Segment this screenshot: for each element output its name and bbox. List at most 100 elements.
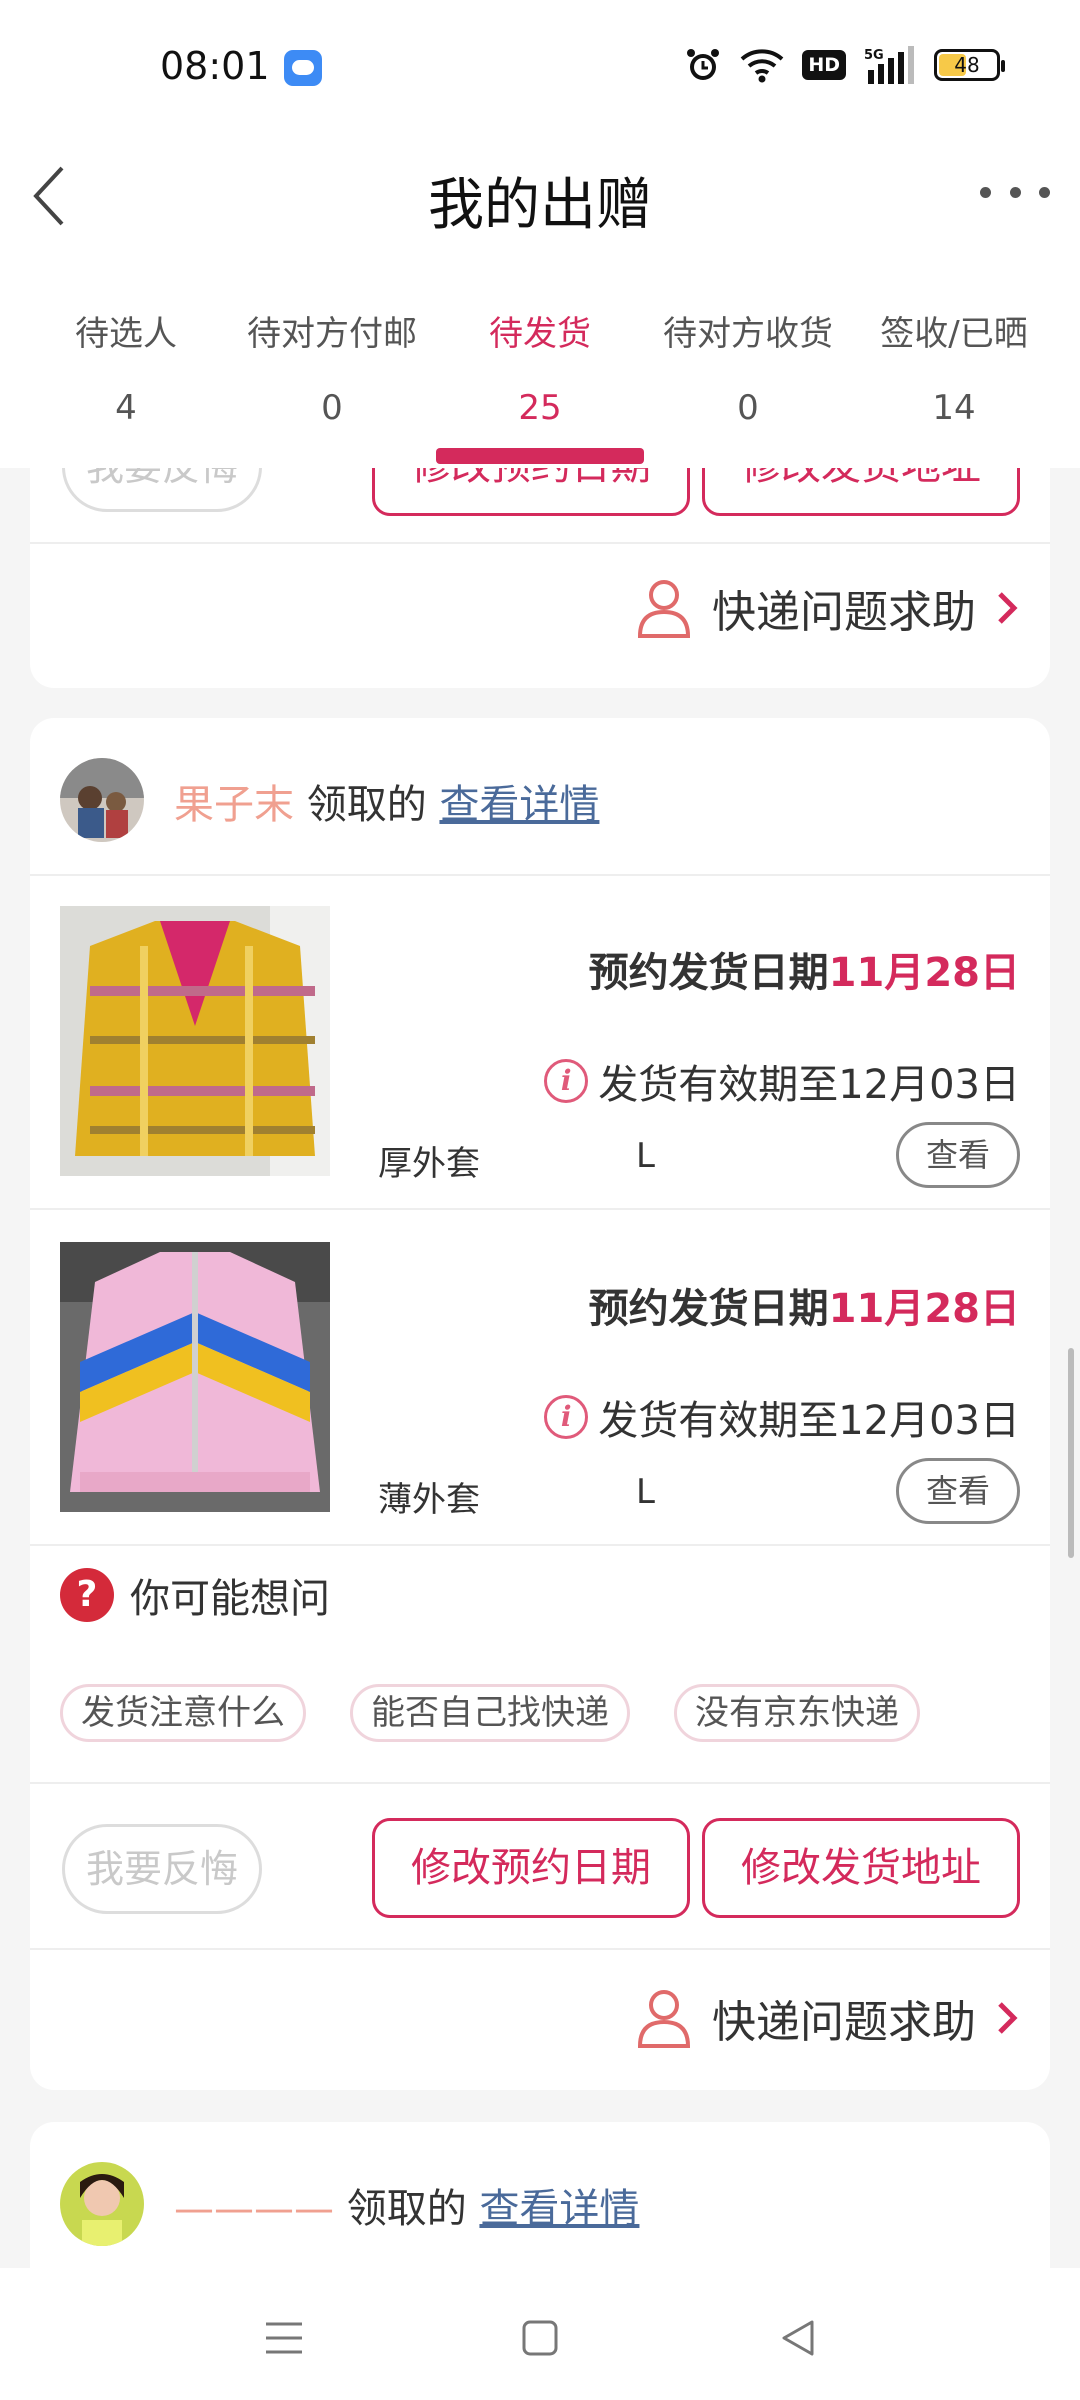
status-time: 08:01 xyxy=(160,44,270,88)
claimer-name: 果子末 xyxy=(174,782,294,828)
battery-level: 48 xyxy=(954,53,980,77)
person-icon xyxy=(637,1990,691,2048)
tab-signed-shared[interactable]: 签收/已晒 14 xyxy=(846,260,1062,468)
item-name: 厚外套 xyxy=(378,1144,480,1184)
tab-count: 0 xyxy=(737,388,759,428)
info-icon: i xyxy=(544,1395,589,1439)
date-value: 11月28日 xyxy=(828,950,1020,996)
item-size: L xyxy=(636,1136,655,1176)
faq-title: 你可能想问 xyxy=(130,1576,330,1622)
person-icon xyxy=(637,580,691,638)
status-tabs: 待选人 4 待对方付邮 0 待发货 25 待对方收货 0 签收/已晒 14 xyxy=(0,260,1080,468)
tab-label: 待发货 xyxy=(489,314,591,354)
tab-pending-receipt[interactable]: 待对方收货 0 xyxy=(640,260,856,468)
item-name: 薄外套 xyxy=(378,1480,480,1520)
divider xyxy=(30,874,1050,876)
modify-address-button[interactable]: 修改发货地址 xyxy=(702,1818,1020,1918)
menu-button[interactable] xyxy=(244,2298,324,2378)
tab-pending-postage[interactable]: 待对方付邮 0 xyxy=(224,260,440,468)
modify-date-button[interactable]: 修改预约日期 xyxy=(372,1818,690,1918)
divider xyxy=(30,1544,1050,1546)
alarm-icon xyxy=(687,49,720,80)
page-title: 我的出赠 xyxy=(428,173,652,238)
home-square-icon xyxy=(522,2320,558,2356)
tab-label: 待选人 xyxy=(75,314,177,354)
regret-button[interactable]: 我要反悔 xyxy=(62,1824,262,1914)
claim-info: ———— 领取的 查看详情 xyxy=(174,2176,639,2234)
faq-chip[interactable]: 发货注意什么 xyxy=(60,1684,306,1742)
scrollbar[interactable] xyxy=(1068,1348,1074,1558)
tab-pending-select[interactable]: 待选人 4 xyxy=(18,260,234,468)
divider xyxy=(30,1948,1050,1950)
modify-date-button[interactable]: 修改预约日期 xyxy=(372,468,690,516)
more-options-button[interactable] xyxy=(980,172,1050,212)
modify-address-button[interactable]: 修改发货地址 xyxy=(702,468,1020,516)
system-nav-bar xyxy=(0,2268,1080,2400)
question-icon: ? xyxy=(60,1568,114,1622)
ship-validity: i 发货有效期至12月03日 xyxy=(544,1052,1020,1110)
claim-info: 果子末 领取的 查看详情 xyxy=(174,772,599,830)
faq-chip[interactable]: 没有京东快递 xyxy=(674,1684,920,1742)
tab-pending-shipment[interactable]: 待发货 25 xyxy=(432,260,648,468)
menu-icon xyxy=(266,2322,302,2354)
help-text: 快递问题求助 xyxy=(712,1997,976,2048)
hd-badge: HD xyxy=(802,50,846,80)
info-icon: i xyxy=(544,1059,589,1103)
date-value: 11月28日 xyxy=(828,1286,1020,1332)
header: 我的出赠 xyxy=(0,130,1080,260)
date-label: 预约发货日期 xyxy=(588,950,829,996)
item-image-thin-coat[interactable] xyxy=(60,1242,330,1512)
claimer-avatar[interactable] xyxy=(60,758,144,842)
claimer-name: ———— xyxy=(174,2186,334,2232)
tab-label: 签收/已晒 xyxy=(880,314,1028,354)
view-item-button[interactable]: 查看 xyxy=(896,1122,1020,1188)
item-image-thick-coat[interactable] xyxy=(60,906,330,1176)
home-button[interactable] xyxy=(500,2298,580,2378)
tab-count: 0 xyxy=(321,388,343,428)
divider xyxy=(30,1208,1050,1210)
order-card-previous: 我要反悔 修改预约日期 修改发货地址 快递问题求助 xyxy=(30,468,1050,688)
status-icons: HD 5G 48 xyxy=(684,46,1005,84)
back-triangle-icon xyxy=(782,2320,814,2356)
tab-label: 待对方收货 xyxy=(663,314,833,354)
active-tab-indicator xyxy=(436,448,644,464)
back-nav-button[interactable] xyxy=(758,2298,838,2378)
faq-section-title: ? 你可能想问 xyxy=(60,1566,330,1624)
claimer-avatar[interactable] xyxy=(60,2162,144,2246)
help-text: 快递问题求助 xyxy=(712,587,976,638)
tab-label: 待对方付邮 xyxy=(247,314,417,354)
view-details-link[interactable]: 查看详情 xyxy=(439,782,599,828)
validity-text: 发货有效期至12月03日 xyxy=(598,1398,1020,1444)
status-bar: 08:01 HD 5G 48 xyxy=(0,0,1080,130)
chevron-right-icon xyxy=(998,2002,1018,2034)
wifi-icon xyxy=(740,49,784,83)
date-label: 预约发货日期 xyxy=(588,1286,829,1332)
order-card-next: ———— 领取的 查看详情 xyxy=(30,2122,1050,2268)
order-list[interactable]: 我要反悔 修改预约日期 修改发货地址 快递问题求助 xyxy=(0,468,1080,2268)
svg-text:5G: 5G xyxy=(864,48,884,63)
tab-count: 14 xyxy=(932,388,976,428)
scheduled-ship-date: 预约发货日期11月28日 xyxy=(589,940,1020,998)
regret-button[interactable]: 我要反悔 xyxy=(62,468,262,512)
tab-count: 4 xyxy=(115,388,137,428)
battery-icon: 48 xyxy=(934,49,1005,81)
scheduled-ship-date: 预约发货日期11月28日 xyxy=(589,1276,1020,1334)
view-item-button[interactable]: 查看 xyxy=(896,1458,1020,1524)
express-help-link[interactable]: 快递问题求助 xyxy=(636,1978,1020,2058)
order-card: 果子末 领取的 查看详情 预约发货日期11月28日 i 发货有效期至12月03日… xyxy=(30,718,1050,2090)
tab-count: 25 xyxy=(518,388,562,428)
view-details-link[interactable]: 查看详情 xyxy=(479,2186,639,2232)
chevron-right-icon xyxy=(998,592,1018,624)
divider xyxy=(30,542,1050,544)
cloud-app-icon xyxy=(284,50,322,86)
ship-validity: i 发货有效期至12月03日 xyxy=(544,1388,1020,1446)
validity-text: 发货有效期至12月03日 xyxy=(598,1062,1020,1108)
item-size: L xyxy=(636,1472,655,1512)
claimed-text: 领取的 xyxy=(346,2186,467,2232)
signal-icon: 5G xyxy=(864,46,914,84)
claimed-text: 领取的 xyxy=(306,782,427,828)
more-dots-icon xyxy=(980,186,991,198)
faq-chip[interactable]: 能否自己找快递 xyxy=(350,1684,630,1742)
divider xyxy=(30,1782,1050,1784)
express-help-link[interactable]: 快递问题求助 xyxy=(636,568,1020,648)
